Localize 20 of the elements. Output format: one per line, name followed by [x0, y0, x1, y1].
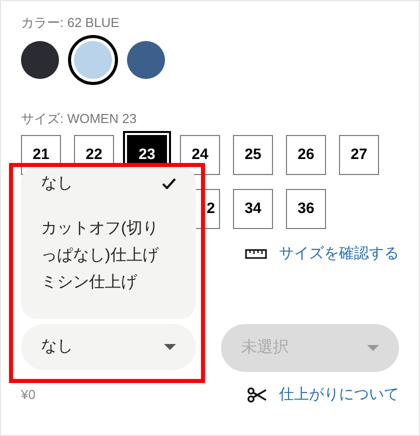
size-option[interactable]: 25	[233, 135, 273, 175]
color-swatch[interactable]	[21, 41, 59, 79]
menu-option[interactable]: カットオフ(切りっぱなし)仕上げ	[41, 215, 176, 269]
ruler-icon	[245, 249, 267, 260]
color-label: カラー: 62 BLUE	[21, 14, 120, 32]
price-text: ¥0	[21, 386, 36, 404]
caret-icon	[367, 344, 379, 350]
color-swatch[interactable]	[74, 41, 112, 79]
size-option[interactable]: 34	[233, 189, 273, 229]
color-swatch[interactable]	[127, 41, 165, 79]
size-label: サイズ: WOMEN 23	[21, 110, 138, 128]
size-option[interactable]: 26	[286, 135, 326, 175]
menu-option[interactable]: ミシン仕上げ	[41, 269, 176, 296]
size-option[interactable]: 36	[286, 189, 326, 229]
size-guide-link[interactable]: サイズを確認する	[279, 243, 399, 266]
hem-select[interactable]: なし	[21, 324, 196, 370]
finishing-link[interactable]: 仕上がりについて	[279, 384, 399, 406]
size-option[interactable]: 27	[339, 135, 379, 175]
caret-icon	[164, 344, 176, 350]
scissors-icon	[247, 386, 267, 403]
